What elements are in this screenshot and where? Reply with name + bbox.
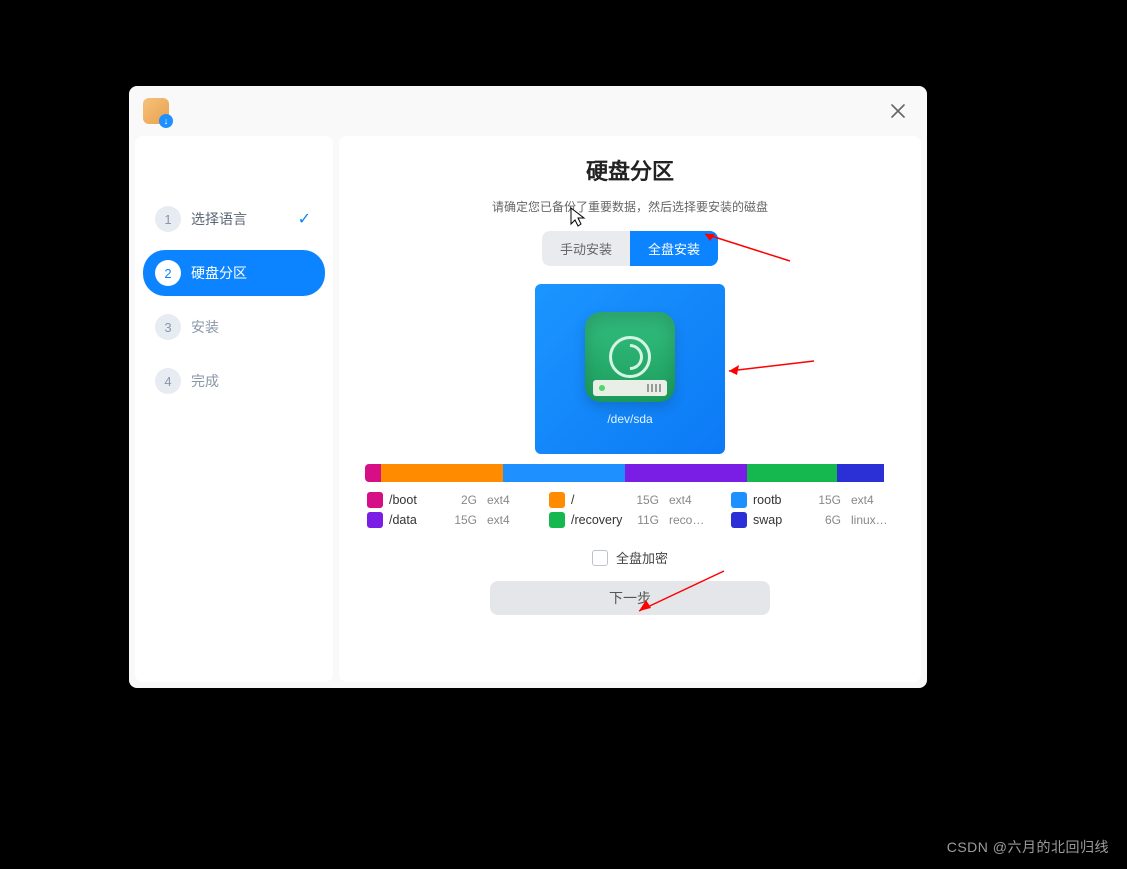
step-2[interactable]: 2 硬盘分区 [143, 250, 325, 296]
legend-swatch [731, 492, 747, 508]
partition-bar [365, 464, 895, 482]
legend-fs: ext4 [487, 493, 529, 507]
legend-size: 2G [449, 493, 477, 507]
step-number: 4 [155, 368, 181, 394]
legend-swatch [549, 512, 565, 528]
encrypt-checkbox[interactable] [592, 550, 608, 566]
disk-path: /dev/sda [607, 412, 652, 426]
legend-fs: reco… [669, 513, 711, 527]
partition-segment [365, 464, 381, 482]
partition-segment [837, 464, 885, 482]
page-subtitle: 请确定您已备份了重要数据，然后选择要安装的磁盘 [492, 198, 768, 215]
partition-legend: /boot 2G ext4 / 15G ext4 rootb 15G ext4 /da… [365, 482, 895, 542]
disk-card[interactable]: /dev/sda [535, 284, 725, 454]
close-button[interactable] [883, 96, 913, 126]
partition-segment [381, 464, 503, 482]
step-label: 安装 [191, 317, 219, 337]
legend-size: 15G [813, 493, 841, 507]
partition-segment [503, 464, 625, 482]
step-3[interactable]: 3 安装 [143, 304, 325, 350]
main-panel: 硬盘分区 请确定您已备份了重要数据，然后选择要安装的磁盘 手动安装 全盘安装 /… [339, 136, 921, 682]
installer-window: 1 选择语言 ✓ 2 硬盘分区 3 安装 4 完成 硬盘分区 请确定您已备份了重要… [129, 86, 927, 688]
sidebar: 1 选择语言 ✓ 2 硬盘分区 3 安装 4 完成 [135, 136, 333, 682]
legend-item: /recovery 11G reco… [549, 512, 711, 528]
mode-full-button[interactable]: 全盘安装 [630, 231, 718, 266]
legend-name: / [571, 493, 625, 507]
legend-size: 6G [813, 513, 841, 527]
mode-manual-button[interactable]: 手动安装 [542, 231, 630, 266]
legend-fs: ext4 [851, 493, 893, 507]
legend-size: 11G [631, 513, 659, 527]
legend-item: / 15G ext4 [549, 492, 711, 508]
app-icon [143, 98, 169, 124]
legend-size: 15G [449, 513, 477, 527]
legend-name: /recovery [571, 513, 625, 527]
legend-name: rootb [753, 493, 807, 507]
step-label: 完成 [191, 371, 219, 391]
legend-swatch [367, 512, 383, 528]
legend-swatch [367, 492, 383, 508]
legend-name: swap [753, 513, 807, 527]
legend-item: rootb 15G ext4 [731, 492, 893, 508]
step-label: 硬盘分区 [191, 263, 247, 283]
legend-item: /data 15G ext4 [367, 512, 529, 528]
next-button[interactable]: 下一步 [490, 581, 770, 615]
legend-fs: linux… [851, 513, 893, 527]
step-number: 2 [155, 260, 181, 286]
legend-fs: ext4 [669, 493, 711, 507]
titlebar [129, 86, 927, 136]
legend-name: /data [389, 513, 443, 527]
legend-size: 15G [631, 493, 659, 507]
legend-item: swap 6G linux… [731, 512, 893, 528]
legend-fs: ext4 [487, 513, 529, 527]
page-title: 硬盘分区 [586, 154, 674, 186]
step-label: 选择语言 [191, 209, 247, 229]
legend-swatch [549, 492, 565, 508]
legend-item: /boot 2G ext4 [367, 492, 529, 508]
partition-segment [747, 464, 837, 482]
check-icon: ✓ [298, 209, 311, 229]
close-icon [891, 104, 905, 118]
step-4[interactable]: 4 完成 [143, 358, 325, 404]
step-number: 1 [155, 206, 181, 232]
partition-segment [625, 464, 747, 482]
encrypt-label: 全盘加密 [616, 548, 668, 567]
install-mode-segment: 手动安装 全盘安装 [542, 231, 718, 266]
annotation-arrow-2 [719, 351, 819, 391]
step-1[interactable]: 1 选择语言 ✓ [143, 196, 325, 242]
watermark: CSDN @六月的北回归线 [947, 837, 1109, 857]
step-number: 3 [155, 314, 181, 340]
disk-icon [585, 312, 675, 402]
encrypt-row: 全盘加密 [592, 548, 668, 567]
body: 1 选择语言 ✓ 2 硬盘分区 3 安装 4 完成 硬盘分区 请确定您已备份了重要… [129, 136, 927, 688]
legend-name: /boot [389, 493, 443, 507]
legend-swatch [731, 512, 747, 528]
